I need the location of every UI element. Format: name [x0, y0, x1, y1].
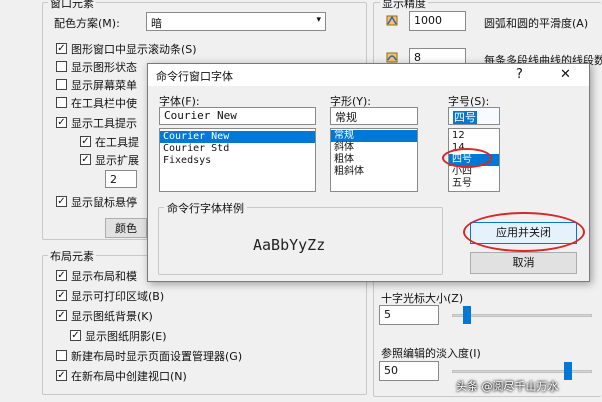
- layout-label: 显示图纸背景(K): [71, 310, 153, 323]
- display-resolution-title: 显示精度: [380, 0, 428, 11]
- font-list-item[interactable]: Courier Std: [160, 143, 315, 155]
- font-list-item[interactable]: Courier New: [160, 131, 315, 143]
- crosshair-slider-track[interactable]: [452, 314, 592, 317]
- layout-checkbox[interactable]: ✓: [70, 330, 81, 341]
- size-list-item[interactable]: 小四: [449, 166, 499, 178]
- smoothness-icon: [386, 14, 398, 26]
- size-list-item[interactable]: 12: [449, 130, 499, 142]
- annotation-oval-size: [442, 148, 492, 168]
- sample-text: AaBbYyZz: [253, 236, 326, 254]
- window-elements-title: 窗口元素: [48, 0, 96, 11]
- option-checkbox[interactable]: [56, 79, 67, 90]
- dialog-title: 命令行窗口字体: [156, 70, 233, 83]
- option-checkbox[interactable]: ✓: [80, 136, 91, 147]
- fade-input[interactable]: 50: [379, 361, 439, 381]
- style-list-item[interactable]: 常规: [331, 130, 417, 142]
- chevron-down-icon: ▾: [316, 15, 321, 25]
- tooltip-delay-input[interactable]: 2: [105, 170, 137, 188]
- option-label: 图形窗口中显示滚动条(S): [71, 43, 197, 56]
- style-list-item[interactable]: 粗体: [331, 154, 417, 166]
- font-list-item[interactable]: Fixedsys: [160, 155, 315, 167]
- segments-icon: [386, 51, 398, 63]
- layout-checkbox[interactable]: [56, 350, 67, 361]
- sample-label: 命令行字体样例: [164, 200, 247, 216]
- color-scheme-select[interactable]: 暗 ▾: [146, 12, 326, 31]
- smoothness-input[interactable]: 1000: [409, 11, 466, 31]
- watermark-text: 头条 @阅尽千山万水: [456, 380, 559, 393]
- option-label: 显示工具提示: [71, 117, 137, 130]
- hover-label: 显示鼠标悬停: [71, 196, 137, 209]
- fade-slider-thumb[interactable]: [564, 362, 572, 380]
- option-checkbox[interactable]: [56, 61, 67, 72]
- layout-label: 显示可打印区域(B): [71, 290, 165, 303]
- crosshair-input[interactable]: 5: [379, 305, 439, 325]
- layout-checkbox[interactable]: ✓: [56, 270, 67, 281]
- option-label: 显示图形状态: [71, 61, 137, 74]
- style-list-item[interactable]: 粗斜体: [331, 166, 417, 178]
- style-list[interactable]: 常规 斜体 粗体 粗斜体: [330, 128, 418, 192]
- command-line-font-dialog: 命令行窗口字体 ? ✕ 字体(F): Courier New Courier N…: [147, 63, 590, 282]
- fade-label: 参照编辑的淡入度(I): [381, 347, 481, 360]
- option-label: 在工具提: [95, 136, 139, 149]
- colors-button[interactable]: 颜色: [105, 218, 147, 238]
- dialog-titlebar: 命令行窗口字体 ? ✕: [148, 64, 589, 86]
- annotation-oval-apply: [463, 212, 585, 252]
- layout-label: 显示图纸阴影(E): [85, 330, 167, 343]
- smoothness-label: 圆弧和圆的平滑度(A): [484, 17, 589, 30]
- option-checkbox[interactable]: ✓: [80, 154, 91, 165]
- option-checkbox[interactable]: ✓: [56, 43, 67, 54]
- style-list-item[interactable]: 斜体: [331, 142, 417, 154]
- style-input[interactable]: 常规: [330, 107, 418, 125]
- layout-checkbox[interactable]: ✓: [56, 290, 67, 301]
- crosshair-slider-thumb[interactable]: [463, 306, 471, 324]
- layout-label: 显示布局和模: [71, 270, 137, 283]
- layout-label: 在新布局中创建视口(N): [71, 370, 187, 383]
- font-input[interactable]: Courier New: [159, 107, 316, 125]
- tooltip-delay-value: 2: [110, 173, 117, 186]
- option-label: 在工具栏中使: [71, 97, 137, 110]
- help-icon[interactable]: ?: [516, 67, 523, 82]
- font-list[interactable]: Courier New Courier Std Fixedsys: [159, 128, 316, 192]
- layout-label: 新建布局时显示页面设置管理器(G): [71, 350, 243, 363]
- cancel-button[interactable]: 取消: [470, 252, 577, 274]
- layout-checkbox[interactable]: ✓: [56, 310, 67, 321]
- color-scheme-label: 配色方案(M):: [54, 17, 120, 30]
- option-label: 显示屏幕菜单: [71, 79, 137, 92]
- option-label: 显示扩展: [95, 154, 139, 167]
- crosshair-label: 十字光标大小(Z): [381, 292, 464, 305]
- option-checkbox[interactable]: ✓: [56, 117, 67, 128]
- layout-elements-title: 布局元素: [48, 248, 96, 264]
- layout-checkbox[interactable]: ✓: [56, 370, 67, 381]
- size-input[interactable]: 四号: [448, 107, 500, 125]
- hover-checkbox[interactable]: ✓: [56, 196, 67, 207]
- color-scheme-value: 暗: [151, 17, 162, 30]
- size-list-item[interactable]: 五号: [449, 178, 499, 190]
- option-checkbox[interactable]: [56, 97, 67, 108]
- close-icon[interactable]: ✕: [560, 67, 571, 82]
